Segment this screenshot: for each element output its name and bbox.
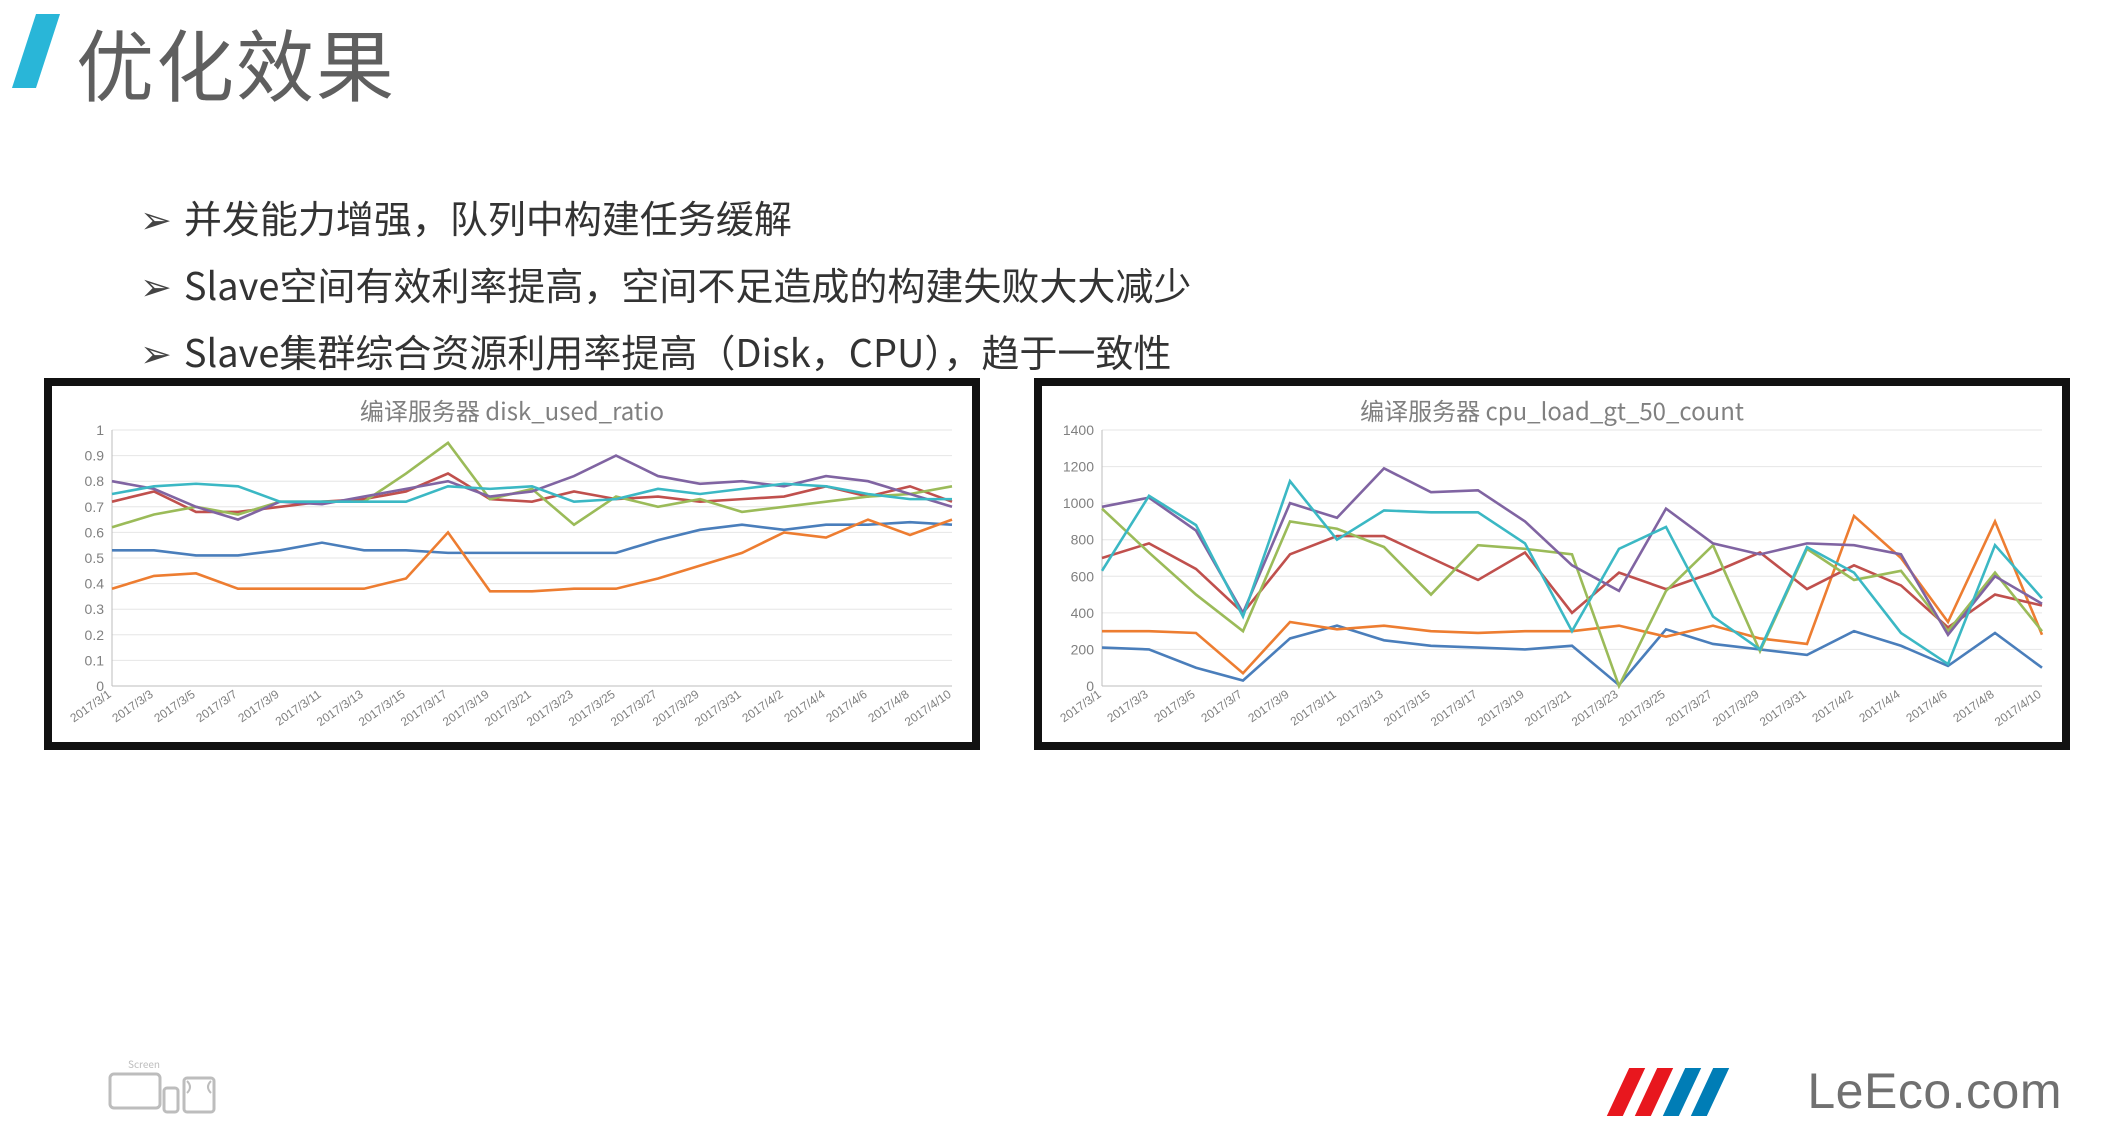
svg-text:2017/3/7: 2017/3/7 — [1198, 687, 1245, 725]
bullet-item: ➢并发能力增强，队列中构建任务缓解 — [140, 188, 1191, 251]
bullet-item: ➢Slave集群综合资源利用率提高（Disk，CPU），趋于一致性 — [140, 322, 1191, 385]
svg-text:0.4: 0.4 — [85, 576, 105, 592]
svg-text:2017/4/4: 2017/4/4 — [1856, 687, 1903, 725]
svg-text:2017/4/4: 2017/4/4 — [781, 687, 828, 725]
bullet-list: ➢并发能力增强，队列中构建任务缓解 ➢Slave空间有效利率提高，空间不足造成的… — [100, 188, 1191, 389]
svg-text:2017/3/27: 2017/3/27 — [608, 687, 660, 729]
svg-text:0.5: 0.5 — [85, 550, 105, 566]
svg-text:0.2: 0.2 — [85, 627, 105, 643]
svg-text:2017/3/29: 2017/3/29 — [650, 687, 702, 729]
svg-text:2017/3/29: 2017/3/29 — [1710, 687, 1762, 729]
svg-text:2017/3/5: 2017/3/5 — [1151, 687, 1198, 725]
svg-text:2017/4/2: 2017/4/2 — [1809, 687, 1856, 725]
svg-text:2017/3/21: 2017/3/21 — [1522, 687, 1574, 729]
chevron-right-icon: ➢ — [140, 200, 172, 242]
svg-text:2017/3/31: 2017/3/31 — [692, 687, 744, 729]
svg-text:2017/3/19: 2017/3/19 — [440, 687, 492, 729]
svg-text:2017/3/3: 2017/3/3 — [1104, 687, 1151, 725]
svg-text:2017/3/27: 2017/3/27 — [1663, 687, 1715, 729]
chart-title: 编译服务器 disk_used_ratio — [52, 392, 972, 427]
brand-logo-text: LeEco.com — [1807, 1062, 2062, 1120]
svg-text:0.8: 0.8 — [85, 473, 105, 489]
svg-text:2017/3/3: 2017/3/3 — [109, 687, 156, 725]
bullet-item: ➢Slave空间有效利率提高，空间不足造成的构建失败大大减少 — [140, 255, 1191, 318]
svg-text:2017/4/10: 2017/4/10 — [1992, 687, 2044, 729]
svg-text:0.7: 0.7 — [85, 499, 105, 515]
svg-text:200: 200 — [1071, 641, 1095, 657]
svg-text:2017/3/15: 2017/3/15 — [1381, 687, 1433, 729]
svg-text:0.3: 0.3 — [85, 601, 105, 617]
svg-text:2017/3/15: 2017/3/15 — [356, 687, 408, 729]
svg-text:2017/3/17: 2017/3/17 — [1428, 687, 1480, 729]
svg-text:2017/3/23: 2017/3/23 — [524, 687, 576, 729]
svg-text:2017/3/9: 2017/3/9 — [1245, 687, 1292, 725]
logo-slashes-icon — [1618, 1068, 1718, 1116]
svg-text:2017/3/25: 2017/3/25 — [566, 687, 618, 729]
svg-text:2017/4/8: 2017/4/8 — [1950, 687, 1997, 725]
svg-text:0.1: 0.1 — [85, 652, 105, 668]
chevron-right-icon: ➢ — [140, 334, 172, 376]
svg-text:2017/3/19: 2017/3/19 — [1475, 687, 1527, 729]
svg-text:2017/3/31: 2017/3/31 — [1757, 687, 1809, 729]
svg-text:1200: 1200 — [1063, 459, 1094, 475]
chart-title: 编译服务器 cpu_load_gt_50_count — [1042, 392, 2062, 427]
svg-text:2017/3/11: 2017/3/11 — [1288, 687, 1339, 729]
svg-text:2017/3/21: 2017/3/21 — [482, 687, 534, 729]
svg-text:2017/3/25: 2017/3/25 — [1616, 687, 1668, 729]
disk-used-ratio-chart: 编译服务器 disk_used_ratio 00.10.20.30.40.50.… — [44, 378, 980, 750]
svg-text:0.9: 0.9 — [85, 448, 105, 464]
svg-text:2017/3/7: 2017/3/7 — [193, 687, 240, 725]
svg-text:600: 600 — [1071, 568, 1095, 584]
svg-text:2017/3/1: 2017/3/1 — [67, 687, 114, 725]
svg-text:2017/3/5: 2017/3/5 — [151, 687, 198, 725]
page-title: 优化效果 — [76, 6, 396, 118]
svg-text:800: 800 — [1071, 532, 1095, 548]
svg-text:2017/4/10: 2017/4/10 — [902, 687, 954, 729]
svg-text:2017/3/1: 2017/3/1 — [1057, 687, 1104, 725]
svg-text:2017/4/6: 2017/4/6 — [1903, 687, 1950, 725]
svg-text:2017/3/23: 2017/3/23 — [1569, 687, 1621, 729]
svg-text:2017/3/13: 2017/3/13 — [1334, 687, 1386, 729]
svg-text:2017/4/2: 2017/4/2 — [739, 687, 786, 725]
svg-text:2017/3/13: 2017/3/13 — [314, 687, 366, 729]
title-accent-bar — [12, 14, 60, 88]
svg-text:0.6: 0.6 — [85, 524, 105, 540]
cpu-load-count-chart: 编译服务器 cpu_load_gt_50_count 0200400600800… — [1034, 378, 2070, 750]
svg-text:400: 400 — [1071, 605, 1095, 621]
svg-text:Screen: Screen — [128, 1056, 160, 1071]
footer-device-icons: Screen — [108, 1048, 218, 1118]
chevron-right-icon: ➢ — [140, 267, 172, 309]
svg-text:2017/3/17: 2017/3/17 — [398, 687, 450, 729]
svg-text:2017/4/6: 2017/4/6 — [823, 687, 870, 725]
svg-text:1000: 1000 — [1063, 495, 1094, 511]
